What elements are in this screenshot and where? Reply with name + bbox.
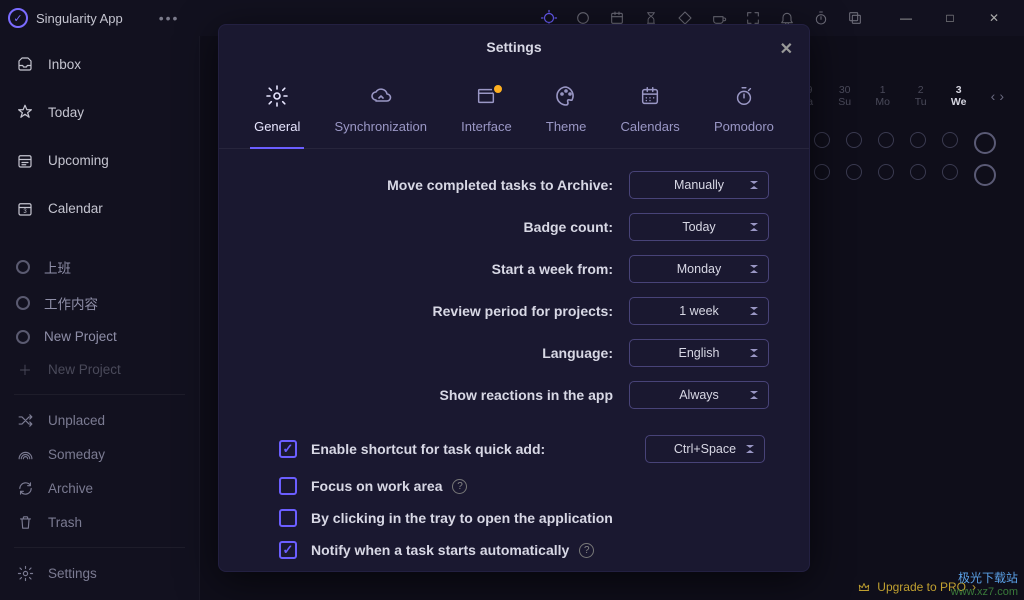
calendar-icon	[16, 152, 34, 170]
new-badge-icon	[492, 83, 504, 95]
window-icon	[461, 81, 512, 111]
select-week-start[interactable]: Monday	[629, 255, 769, 283]
calendar-grid-icon	[621, 81, 680, 111]
project-label: 工作内容	[44, 293, 98, 313]
svg-text:3: 3	[23, 209, 27, 215]
inbox-icon	[16, 55, 34, 73]
sidebar-item-trash[interactable]: Trash	[0, 505, 199, 539]
sidebar-item-settings[interactable]: Settings	[0, 556, 199, 590]
app-title: Singularity App	[36, 11, 123, 26]
checkbox-label-tray: By clicking in the tray to open the appl…	[311, 510, 613, 526]
palette-icon	[546, 81, 586, 111]
calendar-prev-icon[interactable]: ‹	[991, 88, 996, 104]
tab-theme[interactable]: Theme	[542, 75, 590, 148]
checkbox-label-notify: Notify when a task starts automatically	[311, 542, 569, 558]
cloud-sync-icon	[334, 81, 427, 111]
project-label: 上班	[44, 257, 71, 277]
sidebar-item-archive[interactable]: Archive	[0, 471, 199, 505]
calendar-date-icon: 3	[16, 200, 34, 218]
window-close-button[interactable]: ✕	[972, 4, 1016, 32]
sidebar-item-calendar[interactable]: 3 Calendar	[0, 185, 199, 233]
select-language[interactable]: English	[629, 339, 769, 367]
modal-close-button[interactable]: ✕	[780, 39, 793, 59]
sidebar-new-project-button[interactable]: ＋ New Project	[0, 352, 199, 386]
copy-icon[interactable]	[846, 9, 864, 27]
stopwatch-toolbar-icon[interactable]	[812, 9, 830, 27]
sidebar-project-1[interactable]: 工作内容	[0, 285, 199, 321]
select-archive[interactable]: Manually	[629, 171, 769, 199]
sidebar: Inbox Today Upcoming 3 Calendar 上班 工作内容 …	[0, 36, 200, 600]
setting-label-language: Language:	[259, 345, 613, 361]
checkbox-tray[interactable]	[279, 509, 297, 527]
tab-calendars[interactable]: Calendars	[617, 75, 684, 148]
shortcut-value[interactable]: Ctrl+Space	[645, 435, 765, 463]
calendar-day-strip: 29Sa 30Su 1Mo 2Tu 3We ‹ ›	[795, 84, 1004, 108]
window-minimize-button[interactable]: —	[884, 4, 928, 32]
rainbow-icon	[16, 445, 34, 463]
setting-label-badge: Badge count:	[259, 219, 613, 235]
sidebar-project-2[interactable]: New Project	[0, 321, 199, 352]
gear-icon	[16, 564, 34, 582]
modal-header: Settings ✕	[219, 25, 809, 69]
sidebar-item-today[interactable]: Today	[0, 88, 199, 136]
tab-general[interactable]: General	[250, 75, 304, 148]
project-circle-icon	[16, 260, 30, 274]
gear-icon	[254, 81, 300, 111]
tab-synchronization[interactable]: Synchronization	[330, 75, 431, 148]
select-review-period[interactable]: 1 week	[629, 297, 769, 325]
project-label: New Project	[44, 329, 117, 344]
help-icon[interactable]: ?	[452, 479, 467, 494]
settings-tabs: General Synchronization Interface Theme …	[219, 69, 809, 149]
trash-icon	[16, 513, 34, 531]
settings-modal: Settings ✕ General Synchronization Inter…	[218, 24, 810, 572]
sidebar-item-someday[interactable]: Someday	[0, 437, 199, 471]
calendar-day-active[interactable]: 3We	[947, 84, 971, 108]
calendar-day[interactable]: 2Tu	[909, 84, 933, 108]
help-icon[interactable]: ?	[579, 543, 594, 558]
more-icon[interactable]: •••	[159, 10, 180, 26]
select-reactions[interactable]: Always	[629, 381, 769, 409]
new-project-label: New Project	[48, 362, 121, 377]
calendar-timeslots	[814, 132, 998, 186]
tab-pomodoro[interactable]: Pomodoro	[710, 75, 778, 148]
sidebar-label: Upcoming	[48, 153, 109, 168]
checkbox-label-focus: Focus on work area	[311, 478, 442, 494]
sidebar-label: Today	[48, 105, 84, 120]
tab-interface[interactable]: Interface	[457, 75, 516, 148]
checkbox-notify-start[interactable]	[279, 541, 297, 559]
checkbox-label-shortcut: Enable shortcut for task quick add:	[311, 441, 545, 457]
checkbox-shortcut[interactable]	[279, 440, 297, 458]
sidebar-label: Inbox	[48, 57, 81, 72]
modal-title: Settings	[486, 39, 541, 55]
calendar-day[interactable]: 30Su	[833, 84, 857, 108]
checkbox-focus[interactable]	[279, 477, 297, 495]
setting-label-week: Start a week from:	[259, 261, 613, 277]
select-badge[interactable]: Today	[629, 213, 769, 241]
sidebar-project-0[interactable]: 上班	[0, 249, 199, 285]
refresh-icon	[16, 479, 34, 497]
setting-label-reactions: Show reactions in the app	[259, 387, 613, 403]
setting-label-review: Review period for projects:	[259, 303, 613, 319]
shuffle-icon	[16, 411, 34, 429]
app-logo-icon: ✓	[8, 8, 28, 28]
sidebar-item-upcoming[interactable]: Upcoming	[0, 136, 199, 184]
star-icon	[16, 103, 34, 121]
sidebar-item-inbox[interactable]: Inbox	[0, 40, 199, 88]
stopwatch-icon	[714, 81, 774, 111]
calendar-day[interactable]: 1Mo	[871, 84, 895, 108]
plus-icon: ＋	[16, 360, 34, 378]
project-circle-icon	[16, 296, 30, 310]
modal-body: Move completed tasks to Archive: Manuall…	[219, 149, 809, 571]
calendar-next-icon[interactable]: ›	[999, 88, 1004, 104]
watermark: 极光下载站 www.xz7.com	[951, 569, 1018, 598]
sidebar-label: Calendar	[48, 201, 103, 216]
sidebar-item-unplaced[interactable]: Unplaced	[0, 403, 199, 437]
window-maximize-button[interactable]: □	[928, 4, 972, 32]
setting-label-archive: Move completed tasks to Archive:	[259, 177, 613, 193]
project-circle-icon	[16, 330, 30, 344]
